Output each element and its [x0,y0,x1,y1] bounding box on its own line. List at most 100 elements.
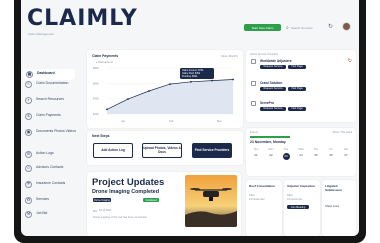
request-service-button[interactable]: Request Service [260,65,286,69]
day-number[interactable]: 24 [295,153,307,157]
claim-payments-card: Claim Payments Show: Monthly ● Paid amou… [87,50,243,128]
sidebar-item-advisors[interactable]: ☺ Advisors Contacts [25,165,77,172]
data-point[interactable] [232,78,234,81]
request-service-button[interactable]: Request Service [260,107,286,111]
payments-chart: $80k $60k $40k $20k Jan Feb Mar [93,66,234,123]
provider-name: Worldwide Adjusters [260,59,292,63]
project-updates-card: Project Updates Drone Imaging Completed … [87,172,241,236]
event-date: 23 November [249,198,265,201]
search-icon: ⌕ [25,97,32,104]
find-service-providers-button[interactable]: Find Service Providers [192,143,232,158]
weekday-label: Fri [329,148,333,151]
sidebar-item-label: Claim Payments [36,113,61,117]
start-new-claim-button[interactable]: Start New Claim [244,24,281,31]
weekday-label: Sat [344,148,348,151]
status-badge: Completed [143,198,159,202]
sidebar-item-dashboard[interactable]: ▦ Dashboard [23,69,75,80]
data-point[interactable] [211,79,213,82]
sidebar-item-claim-payments[interactable]: $ Claim Payments [25,113,77,120]
grid-icon: ▦ [26,71,33,78]
payment-icon: $ [25,113,32,120]
search-placeholder: Search Services [290,25,313,30]
search-bar[interactable]: ⌕ Search Services [286,24,324,31]
project-date-text: 23.11.2021 [98,209,112,212]
sidebar-item-label: Documents Photos Videos [36,129,76,133]
day-number[interactable]: 26 [325,153,337,157]
weekday-label: Thu [313,148,319,151]
data-point[interactable] [190,80,192,83]
weekday-label: Wed [298,148,304,151]
services-icon: ⚙ [25,197,32,204]
data-point[interactable] [169,83,171,85]
checkbox[interactable] [251,81,256,86]
event-card[interactable]: Roof Consultation Date: 23 November [246,180,282,236]
x-tick-label: Jan [121,119,126,123]
sidebar-item-label: Action Logs [36,151,54,155]
x-tick-label: Mar [217,119,222,123]
sidebar-item-label: Dashboard [37,71,55,75]
sidebar-item-label: Services [36,197,50,201]
upload-media-button[interactable]: Upload Photos, Videos & Docs [142,143,182,158]
day-number[interactable]: 22 [265,153,277,157]
refresh-icon[interactable]: ↻ [328,23,333,30]
event-card[interactable]: Adjuster Inspection Date: 24 November Jo… [284,180,320,236]
day-number[interactable]: 25 [310,153,322,157]
card-title: Events [250,131,258,134]
events-filter[interactable]: Show: This week [332,131,352,134]
project-subtitle: Drone Imaging Completed [92,189,160,195]
sidebar-item-action-logs[interactable]: ☰ Action Logs [25,151,77,158]
next-steps-card: Next Steps Add Action Log Upload Photos,… [87,131,243,165]
project-date: ▭ 23.11.2021 [93,208,112,213]
visit-page-button[interactable]: Visit Page [288,65,306,69]
document-icon: ≡ [25,81,32,88]
search-icon: ⌕ [286,24,289,31]
event-date: 24 November [287,198,303,201]
checkbox[interactable] [251,59,256,64]
event-date-label: Date: [287,194,294,197]
weekday-label: Mon [268,148,274,151]
data-point[interactable] [106,108,108,111]
request-service-button[interactable]: Request Service [260,87,286,91]
event-title: Litigated Submission [325,184,343,192]
logo-subtitle: Claim Management [28,32,55,36]
sidebar-item-label: Insurance Contacts [36,181,66,185]
data-point[interactable] [148,90,150,92]
sidebar-item-claim-documentation[interactable]: ≡ Claim Documentation [25,81,77,88]
events-progress [250,136,290,138]
join-meeting-button[interactable]: Join Meeting [287,205,309,209]
hammer-icon: ⚒ [25,211,32,218]
tooltip-line: Pending: $30k [182,75,198,78]
add-action-log-button[interactable]: Add Action Log [93,143,133,158]
visit-page-button[interactable]: Visit Page [288,107,306,111]
project-detail: Drone imaging of the roof has been compl… [93,216,148,219]
sidebar-item-search-resources[interactable]: ⌕ Search Resources [25,97,77,104]
card-title: Next Steps [92,134,110,138]
weekday-label: Sun [253,148,259,151]
sidebar-item-insurance[interactable]: ⛨ Insurance Contacts [25,181,77,188]
day-number[interactable]: 27 [340,153,352,157]
event-title: Roof Consultation [249,184,275,188]
checkbox[interactable] [251,101,256,106]
user-avatar[interactable] [342,22,351,31]
sidebar-item-job-bid[interactable]: ⚒ Job Bid [25,211,77,218]
sidebar-item-label: Job Bid [36,211,48,215]
sidebar-item-label: Claim Documentation [36,81,69,85]
event-card[interactable]: Litigated Submission Show more [322,180,356,236]
shield-icon: ⛨ [25,181,32,188]
show-more-link[interactable]: Show more [325,204,339,208]
day-number[interactable]: 23 [282,153,290,160]
sidebar-item-services[interactable]: ⚙ Services [25,197,77,204]
event-date-label: Date: [249,194,256,197]
refresh-icon[interactable]: ↻ [348,58,352,64]
visit-page-button[interactable]: Visit Page [288,87,306,91]
data-point[interactable] [127,98,129,100]
y-tick-label: $20k [93,112,99,116]
app-screen: CLAIMLY Claim Management Start New Claim… [21,0,359,236]
day-number[interactable]: 21 [250,153,262,157]
chart-tooltip: Claim Amount: $75k Claim Paid: $45k Pend… [180,68,214,79]
sidebar-item-documents[interactable]: ▣ Documents Photos Videos [25,129,77,136]
provider-name: ServePro [260,101,274,105]
photo-icon: ▣ [25,129,32,136]
event-title: Adjuster Inspection [287,184,316,188]
sidebar-item-label: Advisors Contacts [36,165,64,169]
